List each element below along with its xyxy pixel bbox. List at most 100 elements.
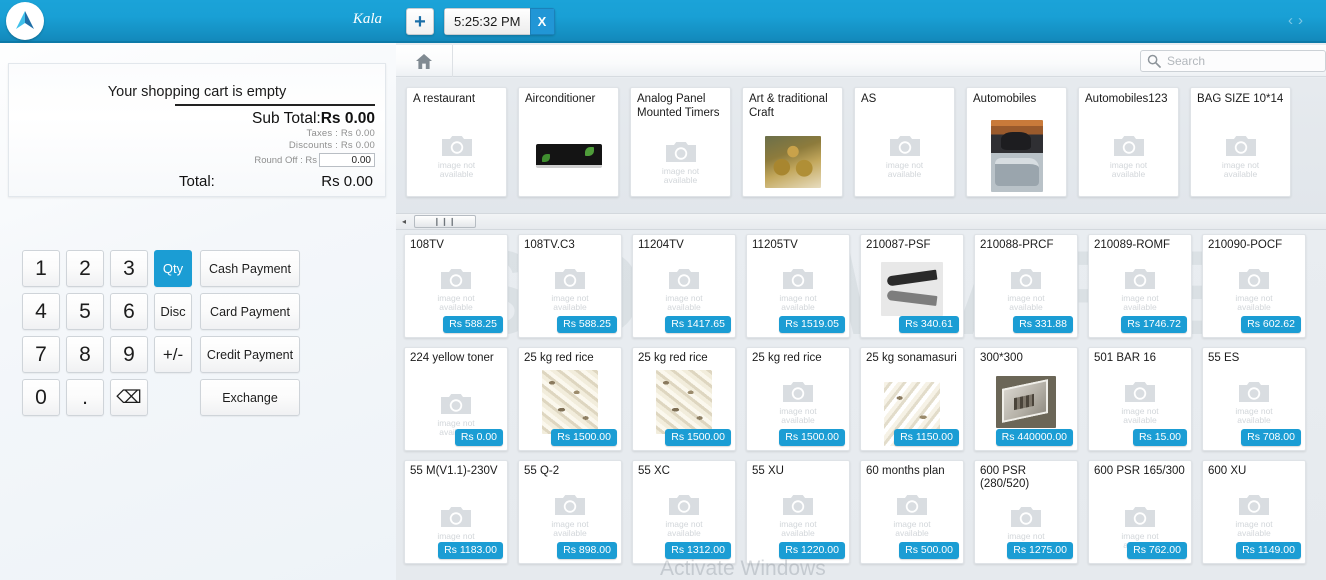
no-image-caption: image not available	[1007, 293, 1045, 312]
price-badge: Rs 602.62	[1241, 316, 1301, 333]
search-input[interactable]	[1140, 50, 1326, 72]
no-image-caption: image not available	[1109, 160, 1148, 179]
image-not-available-placeholder: image not available	[1121, 379, 1159, 425]
price-badge: Rs 1312.00	[665, 542, 731, 559]
category-card[interactable]: Art & traditional Craft	[742, 87, 843, 197]
category-card[interactable]: Automobiles	[966, 87, 1067, 197]
airconditioner-thumbnail	[535, 144, 602, 168]
category-card[interactable]: AS image not available	[854, 87, 955, 197]
product-name: 55 M(V1.1)-230V	[410, 465, 498, 477]
product-card[interactable]: 11204TV image not available Rs 1417.65	[632, 234, 736, 338]
product-card[interactable]: 300*300 Rs 440000.00	[974, 347, 1078, 451]
product-name: 55 Q-2	[524, 465, 560, 477]
session-tab[interactable]: 5:25:32 PM X	[444, 8, 555, 35]
product-card[interactable]: 25 kg red rice Rs 1500.00	[632, 347, 736, 451]
product-card[interactable]: 108TV.C3 image not available Rs 588.25	[518, 234, 622, 338]
key-7[interactable]: 7	[22, 336, 60, 373]
product-card[interactable]: 55 Q-2 image not available Rs 898.00	[518, 460, 622, 564]
key-2[interactable]: 2	[66, 250, 104, 287]
scrollbar-thumb[interactable]: ❙❙❙	[414, 215, 476, 228]
chevron-left-icon[interactable]: ‹	[1288, 12, 1298, 29]
no-image-caption: image not available	[437, 293, 475, 312]
image-not-available-placeholder: image not available	[1235, 379, 1273, 425]
image-not-available-placeholder: image not available	[1007, 266, 1045, 312]
keypad-spacer	[154, 379, 192, 416]
product-card[interactable]: 210088-PRCF image not available Rs 331.88	[974, 234, 1078, 338]
product-card[interactable]: 11205TV image not available Rs 1519.05	[746, 234, 850, 338]
round-off-input[interactable]	[319, 153, 375, 168]
product-card[interactable]: 600 PSR (280/520)image not availableRs 1…	[974, 460, 1078, 564]
tab-nav-arrows[interactable]: ‹›	[1288, 12, 1308, 29]
price-badge: Rs 500.00	[899, 542, 959, 559]
category-track: A restaurant image not available Aircondit…	[406, 87, 1326, 197]
price-badge: Rs 898.00	[557, 542, 617, 559]
image-not-available-placeholder: image not available	[1235, 266, 1273, 312]
key-qty-mode[interactable]: Qty	[154, 250, 192, 287]
session-tab-label: 5:25:32 PM	[444, 8, 530, 35]
image-not-available-placeholder: image not available	[1121, 266, 1159, 312]
exchange-button[interactable]: Exchange	[200, 379, 300, 416]
key-plus-minus[interactable]: +/-	[154, 336, 192, 373]
product-card[interactable]: 55 XU image not available Rs 1220.00	[746, 460, 850, 564]
product-image: image not available	[747, 261, 849, 317]
category-label: A restaurant	[413, 93, 476, 105]
camera-icon	[441, 394, 471, 415]
brand-name: Kala	[352, 11, 382, 27]
category-card[interactable]: BAG SIZE 10*14 image not available	[1190, 87, 1291, 197]
category-card[interactable]: Automobiles123 image not available	[1078, 87, 1179, 197]
product-card[interactable]: 210090-POCF image not available Rs 602.62	[1202, 234, 1306, 338]
product-card[interactable]: 55 XC image not available Rs 1312.00	[632, 460, 736, 564]
image-not-available-placeholder: image not available	[1222, 133, 1259, 179]
keypad-row: 4 5 6 Disc Card Payment	[22, 293, 300, 330]
product-card[interactable]: 25 kg sonamasuri Rs 1150.00	[860, 347, 964, 451]
product-card[interactable]: 25 kg red rice image not available Rs 1500…	[746, 347, 850, 451]
no-image-caption: image not available	[1121, 293, 1159, 312]
scroll-left-icon[interactable]: ◂	[396, 214, 412, 229]
key-6[interactable]: 6	[110, 293, 148, 330]
key-0[interactable]: 0	[22, 379, 60, 416]
key-1[interactable]: 1	[22, 250, 60, 287]
product-card[interactable]: 501 BAR 16 image not available Rs 15.00	[1088, 347, 1192, 451]
product-card[interactable]: 55 M(V1.1)-230Vimage not availableRs 118…	[404, 460, 508, 564]
product-card[interactable]: 210089-ROMF image not available Rs 1746.72	[1088, 234, 1192, 338]
category-card[interactable]: A restaurant image not available	[406, 87, 507, 197]
category-label: Airconditioner	[525, 93, 596, 105]
key-8[interactable]: 8	[66, 336, 104, 373]
product-card[interactable]: 60 months plan image not available Rs 500.…	[860, 460, 964, 564]
product-name: 55 XU	[752, 465, 784, 477]
close-icon[interactable]: X	[529, 8, 555, 35]
price-badge: Rs 1275.00	[1007, 542, 1073, 559]
product-card[interactable]: 224 yellow tonerimage not availableRs 0.…	[404, 347, 508, 451]
no-image-caption: image not available	[885, 160, 924, 179]
navigation-arrow-logo-icon[interactable]	[6, 2, 44, 40]
product-card[interactable]: 25 kg red rice Rs 1500.00	[518, 347, 622, 451]
category-card[interactable]: Analog Panel Mounted Timers image not ava…	[630, 87, 731, 197]
category-card[interactable]: Airconditioner	[518, 87, 619, 197]
product-card[interactable]: 600 PSR 165/300image not availableRs 762…	[1088, 460, 1192, 564]
home-icon[interactable]	[396, 45, 453, 77]
backspace-icon[interactable]: ⌫	[110, 379, 148, 416]
key-9[interactable]: 9	[110, 336, 148, 373]
card-payment-button[interactable]: Card Payment	[200, 293, 300, 330]
product-image: image not available	[861, 487, 963, 543]
product-image: image not available	[633, 487, 735, 543]
chevron-right-icon[interactable]: ›	[1298, 12, 1308, 29]
key-3[interactable]: 3	[110, 250, 148, 287]
product-card[interactable]: 108TV image not available Rs 588.25	[404, 234, 508, 338]
category-scrollbar[interactable]: ◂ ❙❙❙	[396, 213, 1326, 230]
key-4[interactable]: 4	[22, 293, 60, 330]
product-card[interactable]: 210087-PSF Rs 340.61	[860, 234, 964, 338]
key-decimal[interactable]: .	[66, 379, 104, 416]
cash-payment-button[interactable]: Cash Payment	[200, 250, 300, 287]
product-card[interactable]: 55 ES image not available Rs 708.00	[1202, 347, 1306, 451]
credit-payment-button[interactable]: Credit Payment	[200, 336, 300, 373]
round-off-row: Round Off : Rs	[175, 153, 375, 168]
taxes-row: Taxes : Rs 0.00	[306, 128, 375, 140]
camera-icon	[441, 136, 472, 157]
key-5[interactable]: 5	[66, 293, 104, 330]
add-session-button[interactable]: +	[406, 8, 434, 35]
key-disc-mode[interactable]: Disc	[154, 293, 192, 330]
price-badge: Rs 1500.00	[665, 429, 731, 446]
camera-icon	[1125, 507, 1155, 528]
product-card[interactable]: 600 XU image not available Rs 1149.00	[1202, 460, 1306, 564]
